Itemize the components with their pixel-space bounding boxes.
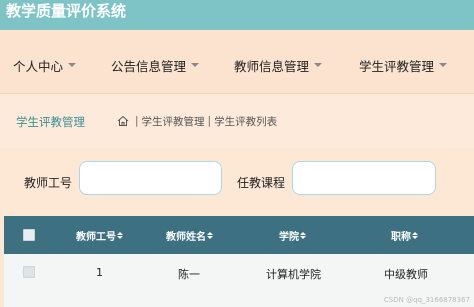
column-header-title[interactable]: 职称 xyxy=(391,228,418,243)
cell-teacher-name: 陈一 xyxy=(178,268,200,281)
caret-down-icon xyxy=(68,63,77,67)
column-header-label: 教师姓名 xyxy=(166,232,206,243)
teacher-id-input[interactable] xyxy=(79,161,222,195)
breadcrumb-separator: | xyxy=(207,115,212,127)
nav-item-label: 公告信息管理 xyxy=(111,58,187,74)
column-header-college[interactable]: 学院 xyxy=(279,228,306,243)
watermark: CSDN @qq_3166878367 xyxy=(383,296,470,304)
breadcrumb: | 学生评教管理 | 学生评教列表 xyxy=(117,114,277,128)
nav-item-personal-center[interactable]: 个人中心 xyxy=(13,56,77,74)
teacher-id-label: 教师工号 xyxy=(24,176,73,190)
search-area: 教师工号 任教课程 xyxy=(0,148,474,214)
cell-teacher-id: 1 xyxy=(96,266,103,279)
cell-college: 计算机学院 xyxy=(266,268,321,281)
top-nav: 个人中心 公告信息管理 教师信息管理 学生评教管理 xyxy=(0,30,474,94)
column-header-teacher-name[interactable]: 教师姓名 xyxy=(166,228,213,243)
app-title: 教学质量评价系统 xyxy=(6,2,127,20)
home-icon[interactable] xyxy=(117,115,129,127)
sort-icon xyxy=(117,232,123,239)
nav-item-label: 学生评教管理 xyxy=(359,58,435,74)
breadcrumb-bar: 学生评教管理 | 学生评教管理 | 学生评教列表 xyxy=(0,96,474,148)
caret-down-icon xyxy=(314,63,323,67)
column-header-teacher-id[interactable]: 教师工号 xyxy=(76,228,123,243)
cell-title: 中级教师 xyxy=(384,268,428,281)
nav-item-teacher-management[interactable]: 教师信息管理 xyxy=(234,56,323,74)
app-title-bar: 教学质量评价系统 xyxy=(0,0,474,30)
sort-icon xyxy=(412,232,418,239)
nav-item-announcement-management[interactable]: 公告信息管理 xyxy=(111,56,200,74)
breadcrumb-separator: | xyxy=(135,115,139,127)
column-header-label: 教师工号 xyxy=(76,232,116,243)
nav-item-student-evaluation[interactable]: 学生评教管理 xyxy=(359,56,448,74)
data-table: 教师工号 教师姓名 学院 职称 1 陈一 计算机学院 中级教师 xyxy=(4,216,474,307)
nav-item-label: 教师信息管理 xyxy=(234,58,310,74)
page-title: 学生评教管理 xyxy=(16,115,85,129)
select-all-checkbox[interactable] xyxy=(23,229,35,241)
sort-icon xyxy=(300,232,306,239)
column-header-label: 职称 xyxy=(391,232,411,243)
table-header: 教师工号 教师姓名 学院 职称 xyxy=(4,216,474,254)
nav-item-label: 个人中心 xyxy=(13,58,64,74)
caret-down-icon xyxy=(439,63,448,67)
course-input[interactable] xyxy=(292,161,436,195)
caret-down-icon xyxy=(191,63,200,67)
breadcrumb-item: 学生评教列表 xyxy=(214,115,278,128)
column-header-label: 学院 xyxy=(279,232,299,243)
course-label: 任教课程 xyxy=(237,176,286,190)
row-checkbox[interactable] xyxy=(23,266,35,278)
breadcrumb-item[interactable]: 学生评教管理 xyxy=(142,114,205,129)
sort-icon xyxy=(207,232,213,239)
